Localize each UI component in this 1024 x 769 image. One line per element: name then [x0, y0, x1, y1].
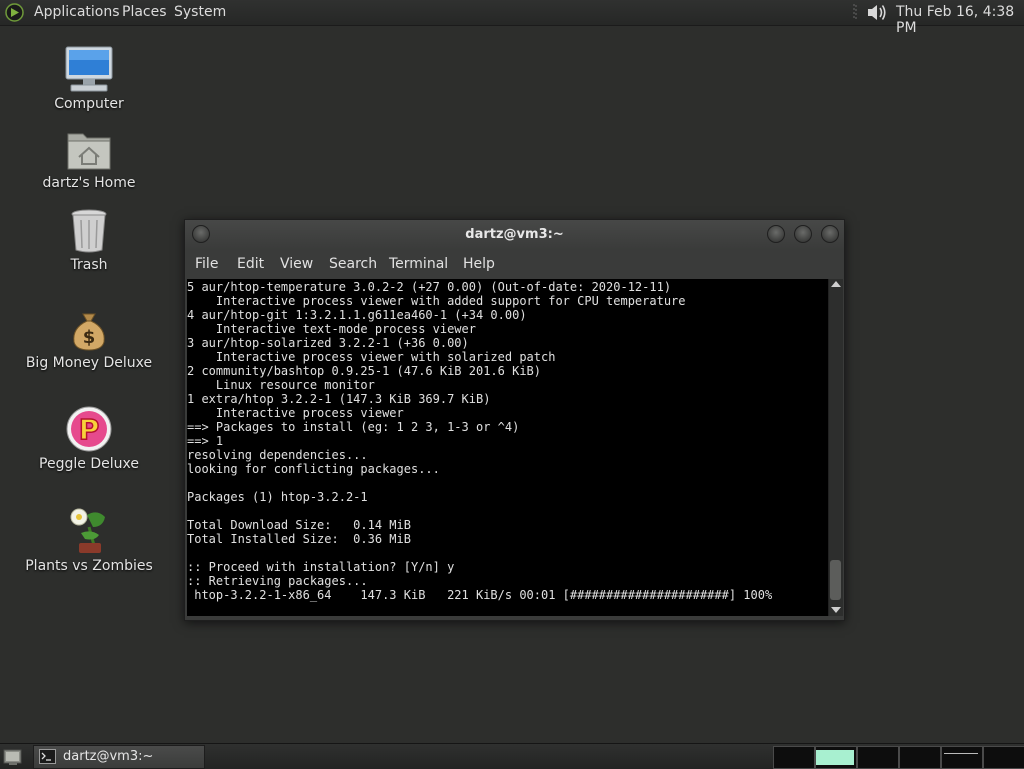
terminal-line: htop-3.2.2-1-x86_64 147.3 KiB 221 KiB/s …: [187, 588, 773, 602]
workspace-window-preview: [944, 753, 978, 754]
plants-vs-zombies-icon: [70, 508, 105, 553]
desktop-icon-label: Trash: [70, 257, 108, 273]
desktop-icon-plants-vs-zombies[interactable]: Plants vs Zombies: [19, 505, 159, 574]
terminal-line: 1 extra/htop 3.2.2-1 (147.3 KiB 369.7 Ki…: [187, 392, 491, 406]
menu-view[interactable]: View: [280, 256, 313, 272]
terminal-scrollbar[interactable]: [828, 279, 843, 616]
menu-edit[interactable]: Edit: [237, 256, 264, 272]
computer-monitor-icon: [65, 46, 113, 92]
terminal-line: Interactive process viewer: [187, 406, 404, 420]
terminal-lines: 5 aur/htop-temperature 3.0.2-2 (+27 0.00…: [187, 279, 828, 602]
home-folder-icon: [67, 133, 111, 170]
show-desktop-icon[interactable]: [3, 747, 23, 766]
linux-distro-logo-icon[interactable]: [5, 3, 24, 22]
terminal-line: resolving dependencies...: [187, 448, 368, 462]
desktop-icon-home[interactable]: dartz's Home: [19, 128, 159, 191]
trash-can-icon: [71, 209, 107, 253]
terminal-line: looking for conflicting packages...: [187, 462, 440, 476]
workspace-5[interactable]: [941, 746, 983, 769]
scroll-up-arrow-icon[interactable]: [831, 281, 841, 287]
terminal-line: ==> Packages to install (eg: 1 2 3, 1-3 …: [187, 420, 520, 434]
desktop-icon-big-money-deluxe[interactable]: $ Big Money Deluxe: [19, 310, 159, 371]
terminal-line: Interactive process viewer with solarize…: [187, 350, 556, 364]
scrollbar-thumb[interactable]: [830, 560, 841, 600]
desktop-icon-computer[interactable]: Computer: [19, 45, 159, 112]
desktop-icon-label: Plants vs Zombies: [25, 558, 153, 574]
desktop-icon-label: Computer: [54, 96, 124, 112]
window-title: dartz@vm3:~: [465, 227, 564, 242]
taskbar-label: dartz@vm3:~: [63, 749, 154, 764]
maximize-button[interactable]: [794, 225, 812, 243]
workspace-1[interactable]: [773, 746, 815, 769]
clock[interactable]: Thu Feb 16, 4:38 PM: [896, 4, 1024, 36]
terminal-line: Interactive text-mode process viewer: [187, 322, 476, 336]
terminal-line: Total Installed Size: 0.36 MiB: [187, 532, 411, 546]
terminal-line: ==> 1: [187, 434, 224, 448]
places-menu[interactable]: Places: [122, 4, 167, 20]
applications-menu[interactable]: Applications: [34, 4, 120, 20]
desktop-icon-peggle-deluxe[interactable]: P Peggle Deluxe: [19, 405, 159, 472]
terminal-line: 4 aur/htop-git 1:3.2.1.1.g611ea460-1 (+3…: [187, 308, 527, 322]
desktop-icon-label: dartz's Home: [42, 175, 136, 191]
desktop-icon-label: Peggle Deluxe: [39, 456, 139, 472]
scroll-down-arrow-icon[interactable]: [831, 607, 841, 613]
close-button[interactable]: [821, 225, 839, 243]
terminal-line: Linux resource monitor: [187, 378, 375, 392]
menu-search[interactable]: Search: [329, 256, 377, 272]
terminal-line: 5 aur/htop-temperature 3.0.2-2 (+27 0.00…: [187, 280, 672, 294]
terminal-line: :: Retrieving packages...: [187, 574, 368, 588]
panel-handle-icon: [853, 4, 857, 20]
terminal-line: Interactive process viewer with added su…: [187, 294, 686, 308]
minimize-button[interactable]: [767, 225, 785, 243]
desktop-icon-label: Big Money Deluxe: [25, 355, 153, 371]
svg-text:$: $: [83, 327, 96, 348]
desktop-icon-trash[interactable]: Trash: [19, 208, 159, 273]
svg-text:P: P: [79, 413, 100, 446]
terminal-output[interactable]: 5 aur/htop-temperature 3.0.2-2 (+27 0.00…: [187, 279, 828, 616]
workspace-4[interactable]: [899, 746, 941, 769]
terminal-menubar: File Edit View Search Terminal Help: [185, 250, 844, 278]
workspace-2[interactable]: [815, 746, 857, 769]
terminal-line: Total Download Size: 0.14 MiB: [187, 518, 411, 532]
taskbar-terminal-button[interactable]: dartz@vm3:~: [33, 745, 205, 769]
menu-help[interactable]: Help: [463, 256, 495, 272]
terminal-line: 3 aur/htop-solarized 3.2.2-1 (+36 0.00): [187, 336, 469, 350]
system-menu[interactable]: System: [174, 4, 226, 20]
top-panel: Applications Places System Thu Feb 16, 4…: [0, 0, 1024, 36]
money-bag-icon: $: [73, 313, 105, 351]
menu-terminal[interactable]: Terminal: [389, 256, 448, 272]
speaker-icon[interactable]: [865, 2, 889, 23]
workspace-window-preview: [816, 750, 854, 765]
terminal-icon: [39, 749, 56, 764]
terminal-window[interactable]: dartz@vm3:~ File Edit View Search Termin…: [184, 219, 845, 621]
terminal-line: 2 community/bashtop 0.9.25-1 (47.6 KiB 2…: [187, 364, 542, 378]
menu-file[interactable]: File: [195, 256, 218, 272]
workspace-3[interactable]: [857, 746, 899, 769]
window-titlebar[interactable]: dartz@vm3:~: [185, 220, 844, 250]
bottom-panel: dartz@vm3:~: [0, 743, 1024, 769]
terminal-line: Packages (1) htop-3.2.2-1: [187, 490, 368, 504]
workspace-6[interactable]: [983, 746, 1024, 769]
terminal-line: :: Proceed with installation? [Y/n] y: [187, 560, 455, 574]
peggle-p-icon: P: [66, 406, 112, 452]
